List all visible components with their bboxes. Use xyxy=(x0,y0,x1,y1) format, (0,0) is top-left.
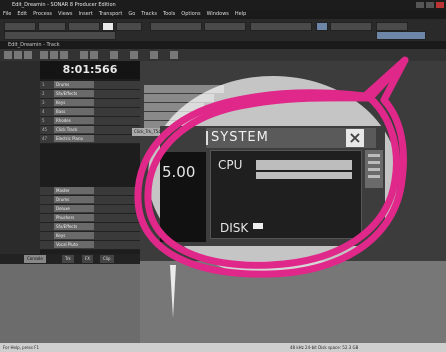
screenshot-stage: Edit_Dreamin - SONAR 8 Producer Edition … xyxy=(0,0,446,352)
callout-pointer xyxy=(170,265,176,318)
pointer-shape xyxy=(170,265,176,318)
